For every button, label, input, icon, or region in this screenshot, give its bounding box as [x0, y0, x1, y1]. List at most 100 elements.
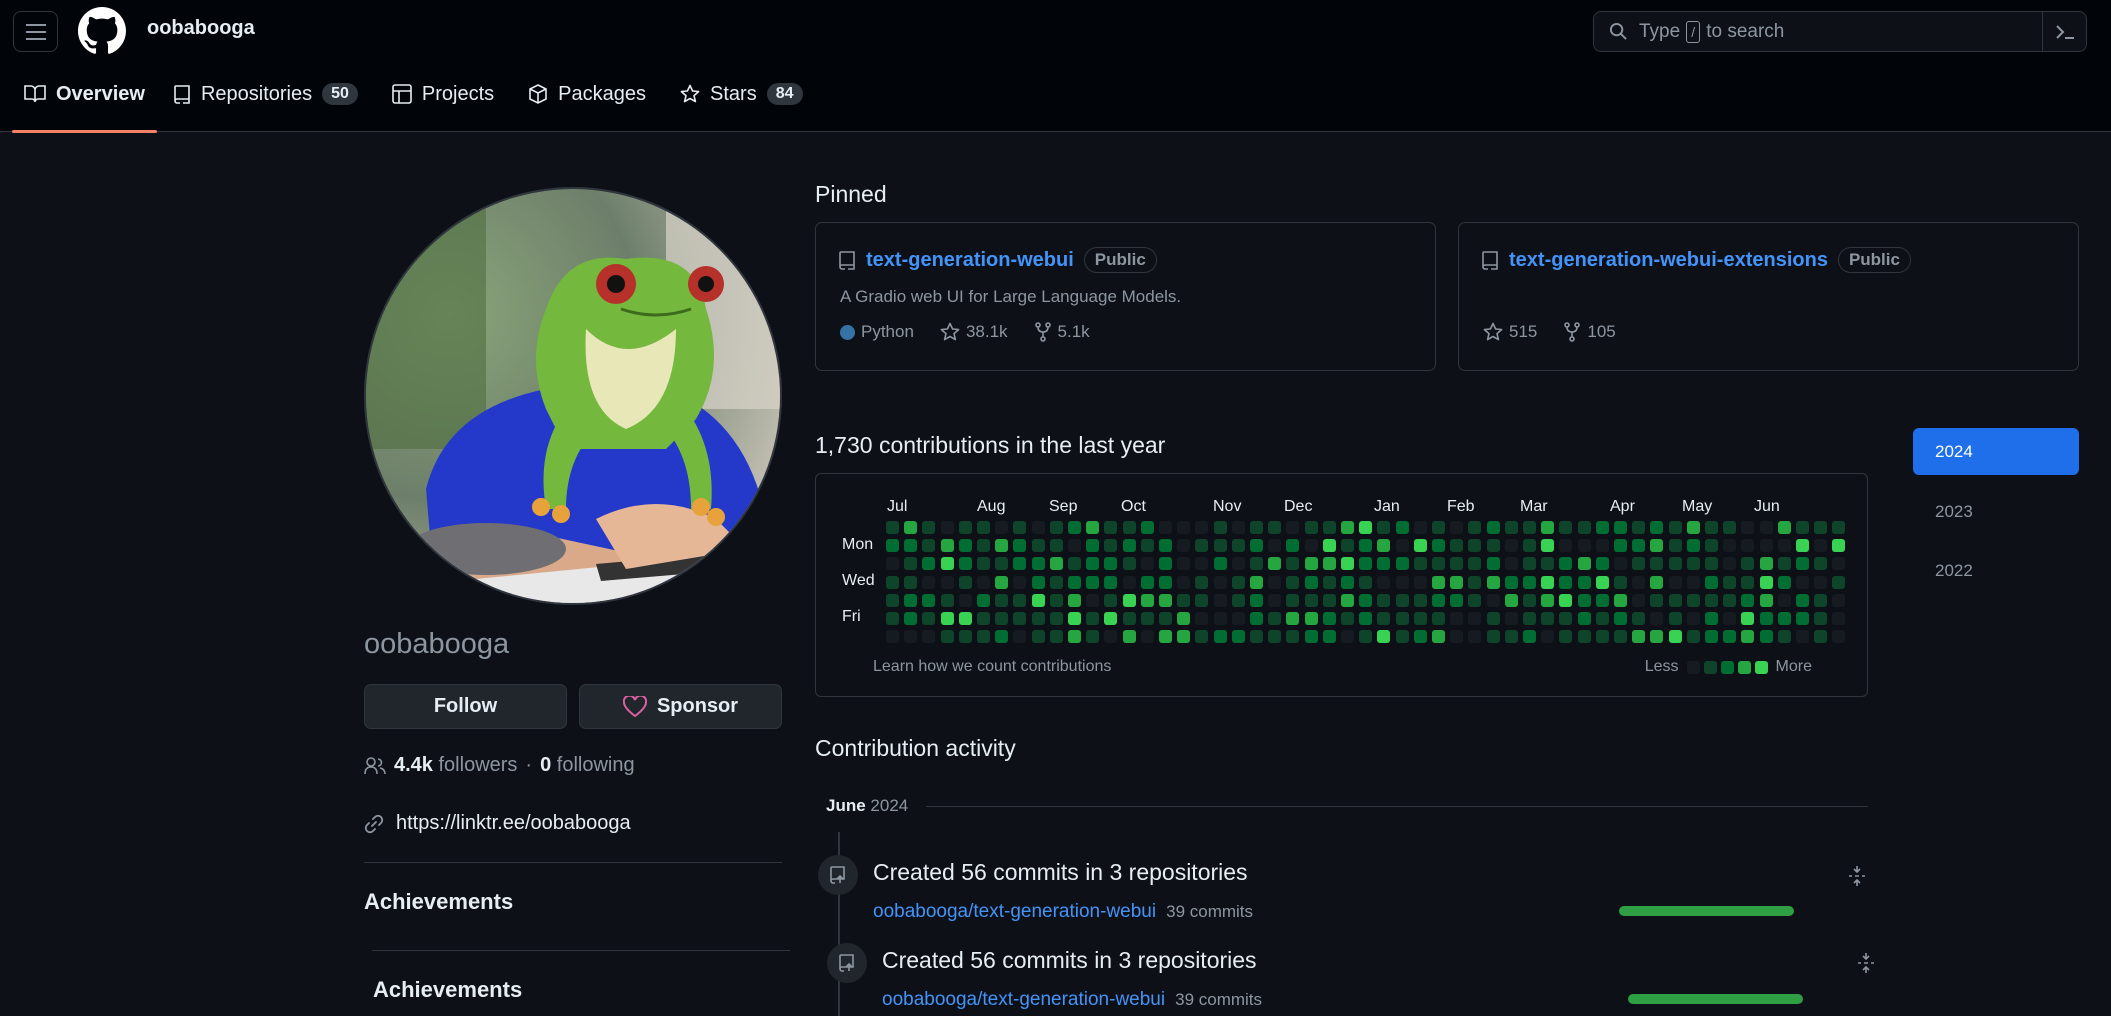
contribution-day-cell[interactable]	[1614, 575, 1627, 589]
contribution-day-cell[interactable]	[922, 575, 936, 589]
contribution-day-cell[interactable]	[1304, 539, 1318, 553]
contribution-day-cell[interactable]	[1741, 575, 1755, 589]
contribution-day-cell[interactable]	[1468, 539, 1482, 553]
contribution-day-cell[interactable]	[1705, 557, 1718, 571]
contribution-day-cell[interactable]	[1777, 630, 1791, 644]
contribution-day-cell[interactable]	[1140, 593, 1154, 607]
github-logo-icon[interactable]	[78, 7, 126, 55]
contribution-day-cell[interactable]	[1122, 539, 1136, 553]
contribution-day-cell[interactable]	[1723, 557, 1737, 571]
contribution-day-cell[interactable]	[904, 630, 918, 644]
contribution-day-cell[interactable]	[1304, 630, 1318, 644]
contribution-day-cell[interactable]	[1359, 521, 1373, 534]
contribution-day-cell[interactable]	[977, 539, 990, 553]
contribution-day-cell[interactable]	[995, 630, 1009, 644]
contribution-day-cell[interactable]	[1104, 557, 1118, 571]
contribution-day-cell[interactable]	[1286, 521, 1300, 534]
contribution-day-cell[interactable]	[1450, 593, 1464, 607]
contribution-day-cell[interactable]	[1104, 612, 1118, 625]
contribution-day-cell[interactable]	[1523, 630, 1536, 644]
repo-forks[interactable]: 5.1k	[1034, 322, 1090, 342]
contribution-day-cell[interactable]	[940, 630, 954, 644]
contribution-day-cell[interactable]	[940, 575, 954, 589]
contribution-day-cell[interactable]	[1341, 539, 1354, 553]
contribution-day-cell[interactable]	[1177, 630, 1191, 644]
contribution-day-cell[interactable]	[1577, 575, 1591, 589]
contribution-day-cell[interactable]	[1031, 539, 1045, 553]
contribution-day-cell[interactable]	[995, 539, 1009, 553]
contribution-day-cell[interactable]	[1650, 612, 1664, 625]
contribution-day-cell[interactable]	[922, 557, 936, 571]
contribution-day-cell[interactable]	[1614, 557, 1627, 571]
activity-repo-link[interactable]: oobabooga/text-generation-webui	[882, 989, 1165, 1011]
contribution-day-cell[interactable]	[886, 557, 899, 571]
contribution-day-cell[interactable]	[1195, 630, 1209, 644]
contribution-day-cell[interactable]	[1159, 575, 1172, 589]
contribution-day-cell[interactable]	[977, 521, 990, 534]
contribution-day-cell[interactable]	[995, 557, 1009, 571]
contribution-day-cell[interactable]	[1523, 575, 1536, 589]
contribution-day-cell[interactable]	[1504, 557, 1518, 571]
contribution-day-cell[interactable]	[1068, 630, 1081, 644]
contribution-day-cell[interactable]	[1777, 593, 1791, 607]
contribution-day-cell[interactable]	[1814, 575, 1828, 589]
contribution-day-cell[interactable]	[977, 557, 990, 571]
contribution-day-cell[interactable]	[1268, 593, 1282, 607]
contribution-day-cell[interactable]	[1250, 630, 1263, 644]
contribution-day-cell[interactable]	[1049, 575, 1063, 589]
contribution-day-cell[interactable]	[1668, 539, 1682, 553]
contribution-day-cell[interactable]	[1705, 521, 1718, 534]
contribution-day-cell[interactable]	[1086, 593, 1100, 607]
contribution-day-cell[interactable]	[1468, 630, 1482, 644]
contribution-day-cell[interactable]	[1013, 593, 1027, 607]
contribution-day-cell[interactable]	[1668, 593, 1682, 607]
contribution-day-cell[interactable]	[1486, 575, 1500, 589]
contribution-day-cell[interactable]	[1632, 575, 1646, 589]
contribution-day-cell[interactable]	[1413, 539, 1427, 553]
contribution-day-cell[interactable]	[1650, 557, 1664, 571]
contribution-day-cell[interactable]	[958, 539, 972, 553]
contribution-day-cell[interactable]	[940, 593, 954, 607]
contribution-day-cell[interactable]	[940, 612, 954, 625]
contribution-day-cell[interactable]	[1432, 630, 1445, 644]
contribution-day-cell[interactable]	[1486, 557, 1500, 571]
contribution-day-cell[interactable]	[1668, 575, 1682, 589]
collapse-button[interactable]	[1854, 951, 1878, 975]
contribution-day-cell[interactable]	[1195, 539, 1209, 553]
contribution-day-cell[interactable]	[1559, 612, 1573, 625]
contribution-day-cell[interactable]	[1013, 539, 1027, 553]
contribution-day-cell[interactable]	[1377, 521, 1391, 534]
contribution-day-cell[interactable]	[1213, 575, 1227, 589]
contribution-day-cell[interactable]	[977, 593, 990, 607]
contribution-day-cell[interactable]	[1359, 612, 1373, 625]
contribution-day-cell[interactable]	[1104, 593, 1118, 607]
contribution-day-cell[interactable]	[1122, 612, 1136, 625]
contribution-day-cell[interactable]	[1577, 593, 1591, 607]
contribution-day-cell[interactable]	[1486, 593, 1500, 607]
contribution-day-cell[interactable]	[1377, 557, 1391, 571]
contribution-day-cell[interactable]	[1213, 630, 1227, 644]
contribution-day-cell[interactable]	[1322, 612, 1336, 625]
pinned-repo-link[interactable]: text-generation-webui-extensions	[1509, 249, 1828, 272]
contribution-day-cell[interactable]	[1413, 521, 1427, 534]
menu-button[interactable]	[13, 11, 58, 52]
contribution-day-cell[interactable]	[1231, 612, 1245, 625]
contribution-day-cell[interactable]	[1031, 630, 1045, 644]
contribution-day-cell[interactable]	[1832, 630, 1846, 644]
sponsor-button[interactable]: Sponsor	[579, 684, 782, 729]
contribution-day-cell[interactable]	[1159, 593, 1172, 607]
contribution-day-cell[interactable]	[1686, 612, 1700, 625]
contribution-day-cell[interactable]	[1777, 575, 1791, 589]
contribution-day-cell[interactable]	[1413, 575, 1427, 589]
contribution-day-cell[interactable]	[940, 557, 954, 571]
contribution-day-cell[interactable]	[1650, 521, 1664, 534]
contribution-day-cell[interactable]	[1632, 630, 1646, 644]
contribution-day-cell[interactable]	[958, 557, 972, 571]
contribution-day-cell[interactable]	[1577, 612, 1591, 625]
contribution-day-cell[interactable]	[1068, 539, 1081, 553]
contribution-day-cell[interactable]	[1686, 593, 1700, 607]
contribution-day-cell[interactable]	[1231, 575, 1245, 589]
contribution-day-cell[interactable]	[1541, 575, 1555, 589]
contribution-day-cell[interactable]	[958, 612, 972, 625]
contribution-day-cell[interactable]	[1559, 521, 1573, 534]
